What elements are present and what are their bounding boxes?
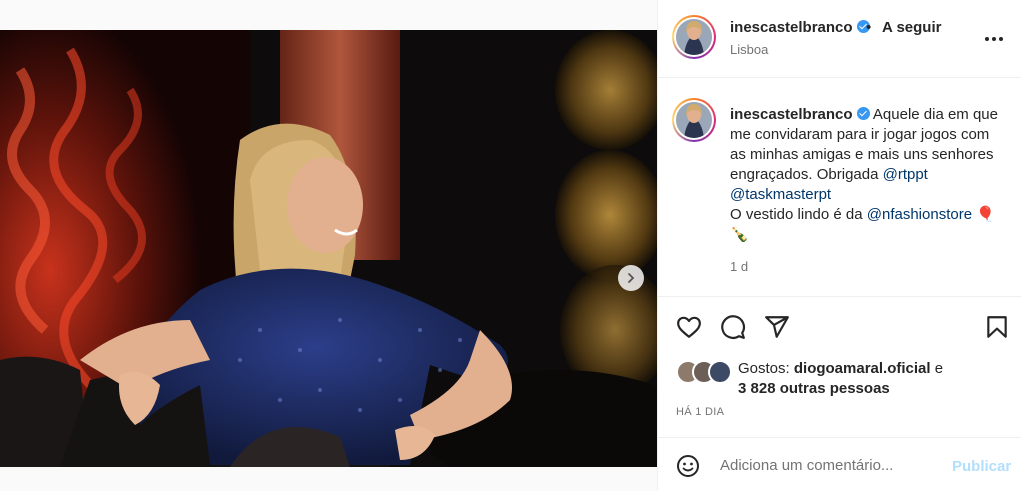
header-separator: • (866, 19, 872, 36)
post-media (0, 0, 657, 491)
emoji-icon (677, 455, 699, 477)
like-button[interactable] (676, 314, 702, 345)
carousel-next-button[interactable] (618, 265, 644, 291)
likes-prefix: Gostos: (738, 360, 794, 377)
chevron-right-icon (628, 273, 635, 283)
comment-input[interactable] (720, 450, 940, 480)
liker-avatar (708, 360, 732, 384)
save-button[interactable] (984, 314, 1010, 345)
avatar[interactable] (672, 15, 716, 59)
post-side-panel: inescastelbranco • A seguir Lisboa inesc… (657, 0, 1021, 491)
more-options-icon (985, 37, 1003, 41)
mention-taskmasterpt[interactable]: @taskmasterpt (730, 186, 831, 203)
caption-timestamp[interactable]: 1 d (730, 259, 748, 274)
champagne-emoji-icon: 🍾 (730, 226, 749, 243)
post-timestamp[interactable]: HÁ 1 DIA (676, 406, 724, 418)
location-link[interactable]: Lisboa (730, 42, 768, 57)
caption-line-3: as minhas amigas e mais uns senhores (730, 146, 994, 163)
likes-text: Gostos: diogoamaral.oficial e 3 828 outr… (738, 359, 1008, 399)
caption-avatar[interactable] (672, 98, 716, 142)
caption-line-2: me convidaram para ir jogar jogos com (730, 126, 990, 143)
media-top-gap (0, 0, 657, 30)
post-header: inescastelbranco • A seguir Lisboa (658, 0, 1021, 78)
following-button[interactable]: A seguir (882, 19, 941, 36)
caption-text: inescastelbranco Aquele dia em que me co… (730, 105, 1012, 245)
comment-bar: Publicar (658, 437, 1021, 491)
avatar-image (676, 102, 712, 138)
bookmark-icon (987, 316, 1007, 338)
verified-badge-icon (856, 107, 870, 120)
share-icon (765, 316, 789, 338)
likes-others-link[interactable]: 3 828 outras pessoas (738, 380, 890, 397)
header-username[interactable]: inescastelbranco (730, 19, 853, 36)
more-options-button[interactable] (984, 29, 1004, 54)
post-photo[interactable] (0, 30, 657, 467)
balloon-emoji-icon: 🎈 (976, 206, 995, 223)
header-username-row: inescastelbranco (730, 19, 870, 36)
post-caption: inescastelbranco Aquele dia em que me co… (658, 79, 1021, 297)
caption-line-6: O vestido lindo é da (730, 206, 867, 223)
share-button[interactable] (764, 314, 790, 345)
media-bottom-gap (0, 467, 657, 491)
avatar-image (676, 19, 712, 55)
caption-line-1: Aquele dia em que (872, 106, 998, 123)
likes-joiner: e (930, 360, 944, 377)
liker-avatars[interactable] (676, 360, 732, 384)
post-actions (658, 310, 1021, 344)
comment-icon (721, 315, 745, 339)
mention-nfashionstore[interactable]: @nfashionstore (867, 206, 972, 223)
comment-button[interactable] (720, 314, 746, 345)
mention-rtppt[interactable]: @rtppt (883, 166, 928, 183)
heart-icon (677, 316, 701, 338)
photo-illustration (0, 30, 657, 467)
liked-by-user[interactable]: diogoamaral.oficial (794, 360, 931, 377)
caption-username[interactable]: inescastelbranco (730, 106, 853, 123)
publish-button[interactable]: Publicar (952, 458, 1011, 475)
caption-line-4: engraçados. Obrigada (730, 166, 883, 183)
emoji-button[interactable] (676, 454, 700, 483)
